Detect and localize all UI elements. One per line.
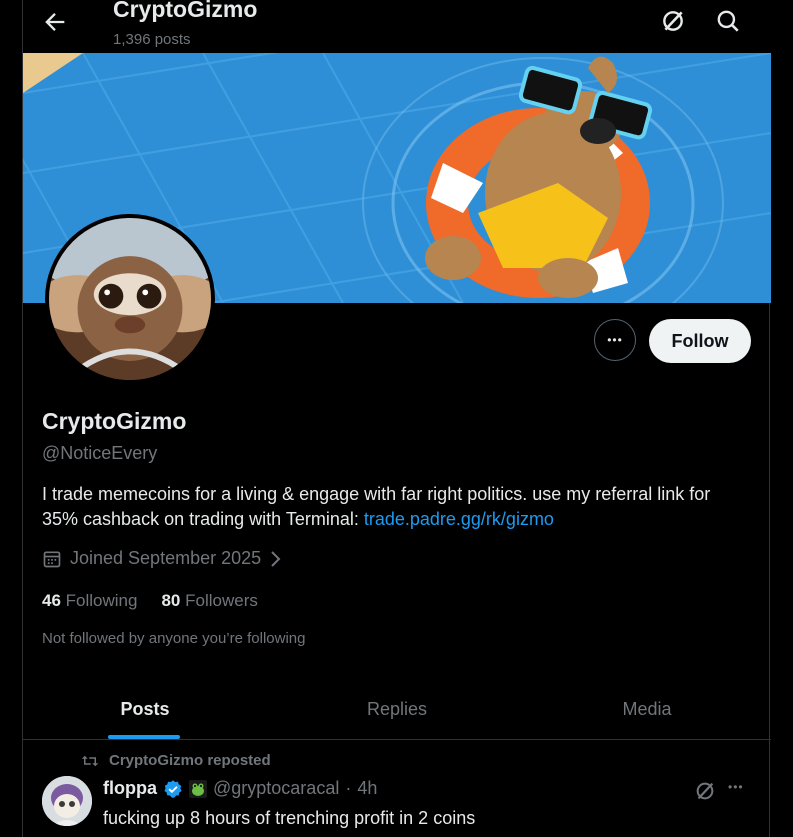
post-separator: · <box>345 778 352 798</box>
followers-label: Followers <box>185 591 258 610</box>
following-label: Following <box>65 591 138 610</box>
post-author-handle[interactable]: @gryptocaracal <box>213 778 339 799</box>
grok-icon[interactable] <box>694 780 716 802</box>
profile-tabs: Posts Replies Media <box>23 680 771 740</box>
more-icon: ••• <box>607 333 623 347</box>
top-bar: CryptoGizmo 1,396 posts <box>23 0 771 53</box>
profile-name: CryptoGizmo <box>42 408 187 434</box>
header-title: CryptoGizmo <box>113 0 258 22</box>
bio-link[interactable]: trade.padre.gg/rk/gizmo <box>364 509 554 529</box>
profile-bio: I trade memecoins for a living & engage … <box>42 482 742 532</box>
back-arrow-icon[interactable] <box>41 8 69 36</box>
post-author-name[interactable]: floppa <box>103 778 157 799</box>
followers-count: 80 <box>161 591 181 610</box>
more-options-button[interactable]: ••• <box>594 319 636 361</box>
frog-emoji-icon <box>189 779 207 798</box>
joined-date[interactable]: Joined September 2025 <box>42 548 283 569</box>
tab-media[interactable]: Media <box>585 680 709 739</box>
follow-stats: 46 Following 80 Followers <box>42 591 258 611</box>
header-post-count: 1,396 posts <box>113 31 191 48</box>
followers-link[interactable]: 80 Followers <box>161 591 257 611</box>
profile-column: CryptoGizmo 1,396 posts ••• Follow Crypt… <box>22 0 771 837</box>
post-time[interactable]: 4h <box>357 778 377 799</box>
not-followed-note: Not followed by anyone you’re following <box>42 630 306 647</box>
following-count: 46 <box>42 591 61 610</box>
repost-icon <box>81 755 99 766</box>
repost-text: CryptoGizmo reposted <box>109 752 271 769</box>
grok-icon[interactable] <box>660 8 686 34</box>
profile-avatar[interactable] <box>45 214 215 384</box>
post-header: floppa @gryptocaracal · 4h <box>103 778 377 799</box>
search-icon[interactable] <box>715 8 741 34</box>
follow-button[interactable]: Follow <box>649 319 751 363</box>
post-text: fucking up 8 hours of trenching profit i… <box>103 808 476 828</box>
tab-posts[interactable]: Posts <box>83 680 207 739</box>
post-author-avatar[interactable] <box>42 776 92 826</box>
profile-handle: @NoticeEvery <box>42 443 158 463</box>
post-more-icon[interactable]: ••• <box>728 780 744 794</box>
active-tab-indicator <box>108 735 180 739</box>
calendar-icon <box>43 551 61 567</box>
verified-badge-icon <box>164 779 182 798</box>
repost-context[interactable]: CryptoGizmo reposted <box>81 752 271 769</box>
chevron-right-icon <box>271 550 281 567</box>
following-link[interactable]: 46 Following <box>42 591 137 611</box>
joined-text: Joined September 2025 <box>70 548 262 568</box>
tab-replies[interactable]: Replies <box>335 680 459 739</box>
